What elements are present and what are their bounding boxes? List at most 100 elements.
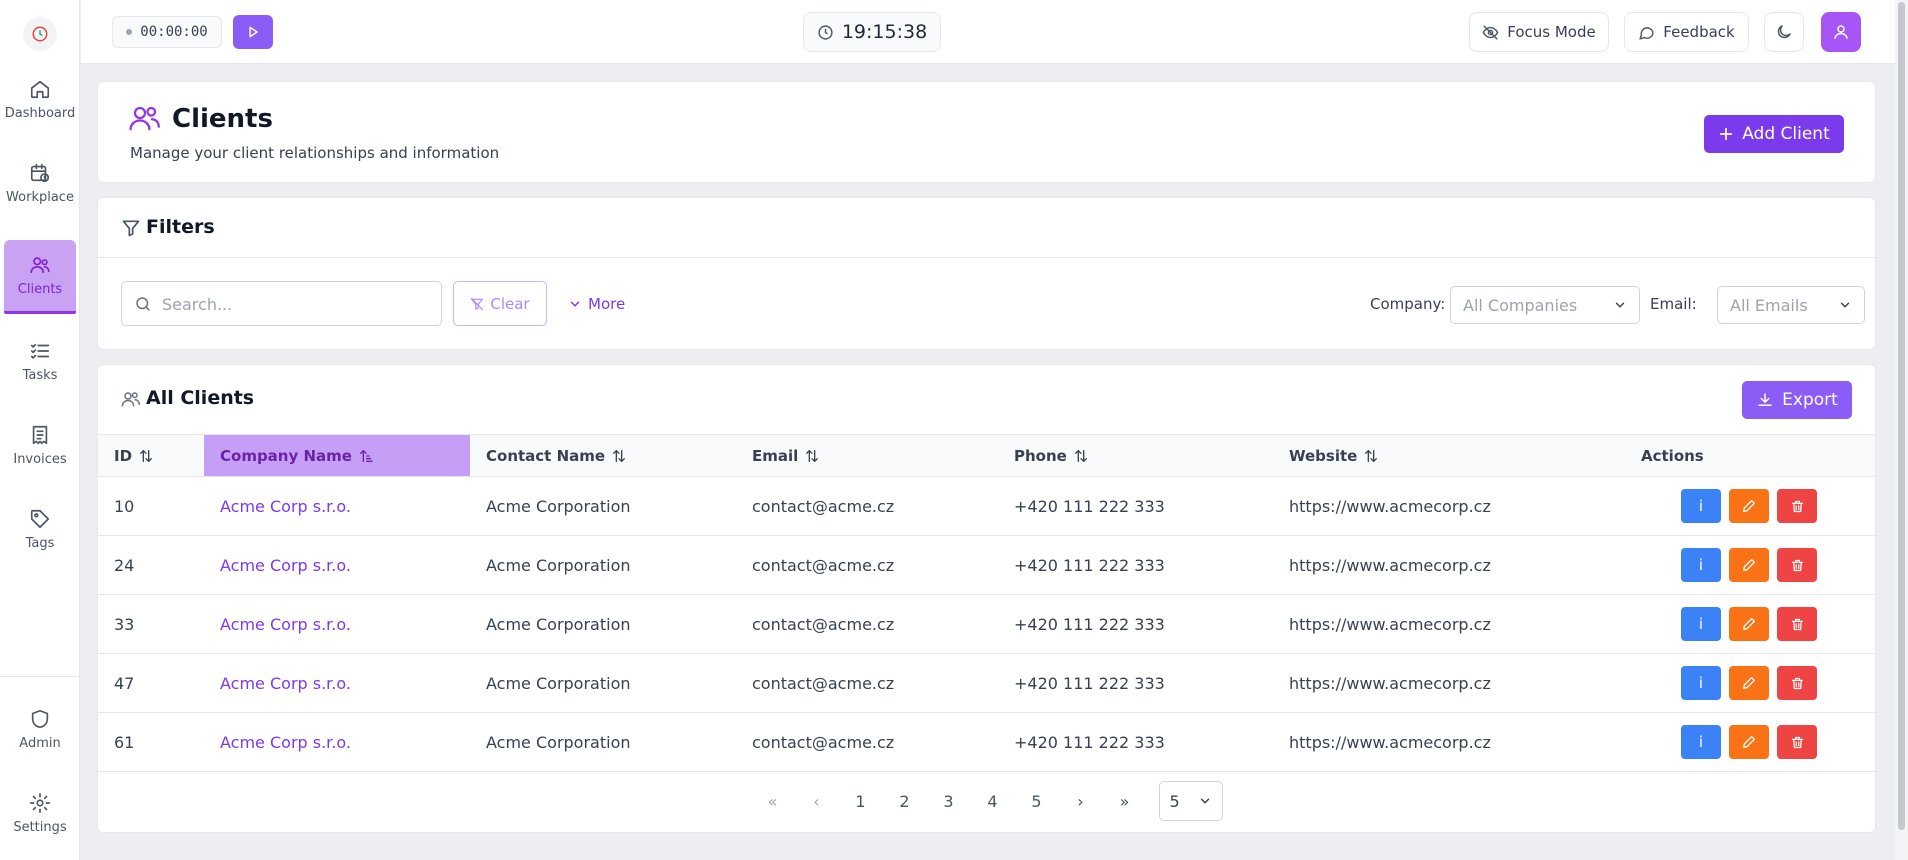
sidebar-item-workplace[interactable]: Workplace xyxy=(4,146,76,220)
export-button[interactable]: Export xyxy=(1742,381,1852,419)
info-icon: i xyxy=(1698,497,1704,515)
cell-phone: +420 111 222 333 xyxy=(998,712,1273,772)
cell-company-link[interactable]: Acme Corp s.r.o. xyxy=(204,594,470,654)
sidebar-item-tags[interactable]: Tags xyxy=(4,492,76,566)
info-button[interactable]: i xyxy=(1681,489,1721,523)
plus-icon xyxy=(1720,127,1733,141)
cell-company-link[interactable]: Acme Corp s.r.o. xyxy=(204,535,470,595)
chevron-down-icon xyxy=(1840,302,1850,308)
row-actions: i xyxy=(1641,548,1875,582)
info-button[interactable]: i xyxy=(1681,548,1721,582)
cell-website: https://www.acmecorp.cz xyxy=(1273,653,1625,713)
cell-id: 61 xyxy=(98,712,204,772)
users-icon xyxy=(121,392,140,407)
theme-toggle-button[interactable] xyxy=(1764,12,1804,52)
focus-mode-button[interactable]: Focus Mode xyxy=(1469,12,1609,52)
more-filters-button[interactable]: More xyxy=(568,281,625,326)
info-button[interactable]: i xyxy=(1681,607,1721,641)
prev-page-button[interactable]: ‹ xyxy=(795,781,839,821)
email-filter-select[interactable]: All Emails xyxy=(1717,286,1865,324)
home-icon xyxy=(30,80,50,98)
delete-button[interactable] xyxy=(1777,548,1817,582)
filters-title: Filters xyxy=(146,216,215,238)
sort-icon xyxy=(806,449,819,463)
pencil-icon xyxy=(1743,736,1755,748)
edit-button[interactable] xyxy=(1729,725,1769,759)
column-header-company-name[interactable]: Company Name xyxy=(204,434,470,477)
column-header-email[interactable]: Email xyxy=(736,434,998,477)
cell-company-link[interactable]: Acme Corp s.r.o. xyxy=(204,712,470,772)
app-logo[interactable] xyxy=(23,17,57,51)
chevron-down-icon xyxy=(570,301,580,307)
column-header-id[interactable]: ID xyxy=(98,434,204,477)
sort-ascending-icon xyxy=(359,449,373,462)
page-size-value: 5 xyxy=(1169,791,1180,811)
delete-button[interactable] xyxy=(1777,725,1817,759)
feedback-label: Feedback xyxy=(1663,23,1735,41)
next-page-button[interactable]: › xyxy=(1059,781,1103,821)
row-actions: i xyxy=(1641,489,1875,523)
sidebar-item-settings[interactable]: Settings xyxy=(4,776,76,850)
cell-actions: i xyxy=(1625,476,1875,536)
info-button[interactable]: i xyxy=(1681,725,1721,759)
page-5-button[interactable]: 5 xyxy=(1015,781,1059,821)
sidebar-item-clients[interactable]: Clients xyxy=(4,240,76,314)
company-filter-select[interactable]: All Companies xyxy=(1450,286,1640,324)
cell-phone: +420 111 222 333 xyxy=(998,653,1273,713)
filters-card: Filters Clear More Company: All Companie… xyxy=(97,197,1876,350)
cell-website: https://www.acmecorp.cz xyxy=(1273,712,1625,772)
sidebar-item-label: Clients xyxy=(17,282,63,297)
sidebar-item-dashboard[interactable]: Dashboard xyxy=(4,62,76,136)
sidebar-item-label: Tags xyxy=(25,535,55,551)
feedback-button[interactable]: Feedback xyxy=(1624,12,1749,52)
timer-display: 00:00:00 xyxy=(112,16,222,48)
cell-email: contact@acme.cz xyxy=(736,535,998,595)
table-title: All Clients xyxy=(146,387,255,409)
search-field[interactable] xyxy=(121,281,442,326)
cell-email: contact@acme.cz xyxy=(736,653,998,713)
page-4-button[interactable]: 4 xyxy=(971,781,1015,821)
clear-label: Clear xyxy=(490,294,530,313)
timer-value: 00:00:00 xyxy=(140,24,208,40)
sort-icon xyxy=(1074,449,1087,463)
edit-button[interactable] xyxy=(1729,607,1769,641)
edit-button[interactable] xyxy=(1729,666,1769,700)
delete-button[interactable] xyxy=(1777,607,1817,641)
company-filter-value: All Companies xyxy=(1463,295,1578,315)
shield-icon xyxy=(31,709,49,728)
delete-button[interactable] xyxy=(1777,666,1817,700)
info-icon: i xyxy=(1698,615,1704,633)
column-header-contact-name[interactable]: Contact Name xyxy=(470,434,736,477)
logo-icon xyxy=(32,26,48,42)
delete-button[interactable] xyxy=(1777,489,1817,523)
add-client-button[interactable]: Add Client xyxy=(1704,115,1844,153)
user-avatar-button[interactable] xyxy=(1821,12,1861,52)
sidebar-item-label: Dashboard xyxy=(4,105,76,121)
cell-company-link[interactable]: Acme Corp s.r.o. xyxy=(204,653,470,713)
edit-button[interactable] xyxy=(1729,489,1769,523)
clear-filters-button[interactable]: Clear xyxy=(453,281,547,326)
info-button[interactable]: i xyxy=(1681,666,1721,700)
clients-table-card: All Clients Export ID Company Name Conta… xyxy=(97,364,1876,833)
sidebar-item-admin[interactable]: Admin xyxy=(4,692,76,766)
eye-off-icon xyxy=(1482,24,1499,40)
first-page-button[interactable]: « xyxy=(751,781,795,821)
page-2-button[interactable]: 2 xyxy=(883,781,927,821)
page-1-button[interactable]: 1 xyxy=(839,781,883,821)
search-input[interactable] xyxy=(162,292,432,316)
filter-off-icon xyxy=(471,297,484,310)
page-size-select[interactable]: 5 xyxy=(1158,781,1223,821)
edit-button[interactable] xyxy=(1729,548,1769,582)
trash-icon xyxy=(1791,677,1803,689)
cell-company-link[interactable]: Acme Corp s.r.o. xyxy=(204,476,470,536)
column-header-website[interactable]: Website xyxy=(1273,434,1625,477)
last-page-button[interactable]: » xyxy=(1103,781,1147,821)
scrollbar-thumb[interactable] xyxy=(1898,2,1905,830)
sidebar-item-invoices[interactable]: Invoices xyxy=(4,408,76,482)
table-header-row: ID Company Name Contact Name Email Phone… xyxy=(98,434,1875,477)
sidebar-item-tasks[interactable]: Tasks xyxy=(4,324,76,398)
column-header-phone[interactable]: Phone xyxy=(998,434,1273,477)
page-scrollbar[interactable] xyxy=(1895,0,1908,860)
start-timer-button[interactable] xyxy=(233,15,273,49)
page-3-button[interactable]: 3 xyxy=(927,781,971,821)
